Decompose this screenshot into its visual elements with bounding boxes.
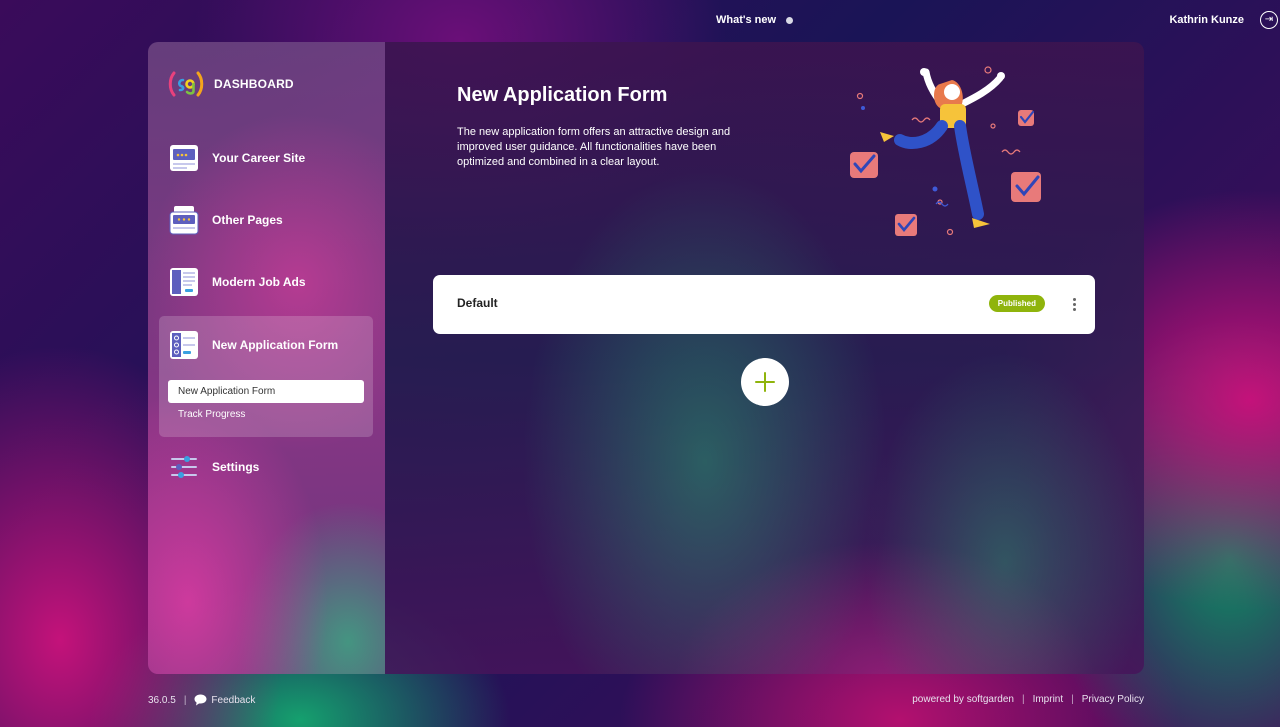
- sidebar-item-label: Settings: [212, 460, 260, 474]
- sidebar-item-job-ads[interactable]: Modern Job Ads: [168, 266, 306, 298]
- sidebar-item-label: Modern Job Ads: [212, 275, 306, 289]
- sidebar-item-label: Your Career Site: [212, 151, 306, 165]
- form-list-item[interactable]: Default Published: [433, 275, 1095, 334]
- whats-new-link[interactable]: What's new: [716, 14, 794, 26]
- other-pages-icon: [169, 206, 199, 235]
- page-title: New Application Form: [457, 84, 668, 106]
- dashboard-panel: DASHBOARD Your Career Site Other Pages M…: [148, 42, 1144, 674]
- subnav-track-progress[interactable]: Track Progress: [178, 409, 245, 420]
- powered-by-link[interactable]: powered by softgarden: [912, 694, 1014, 705]
- settings-sliders-icon: [171, 456, 197, 478]
- imprint-link[interactable]: Imprint: [1033, 694, 1064, 705]
- subnav-new-application-form[interactable]: New Application Form: [168, 380, 364, 403]
- chat-bubble-icon: [194, 694, 207, 706]
- sidebar: DASHBOARD Your Career Site Other Pages M…: [148, 42, 385, 674]
- footer-separator: |: [183, 694, 187, 706]
- add-form-button[interactable]: [741, 358, 789, 406]
- sidebar-item-application-form[interactable]: New Application Form: [168, 329, 338, 361]
- form-name: Default: [457, 296, 498, 310]
- softgarden-logo-icon: [168, 71, 204, 97]
- sidebar-item-other-pages[interactable]: Other Pages: [168, 204, 283, 236]
- plus-icon: [755, 372, 775, 392]
- status-badge: Published: [988, 295, 1045, 312]
- page-description: The new application form offers an attra…: [457, 126, 731, 168]
- sidebar-item-career-site[interactable]: Your Career Site: [168, 142, 305, 174]
- sidebar-item-label: New Application Form: [212, 338, 339, 352]
- sidebar-item-label: Other Pages: [212, 213, 283, 227]
- privacy-policy-link[interactable]: Privacy Policy: [1082, 694, 1144, 705]
- job-ads-icon: [170, 268, 198, 296]
- main-content: New Application Form The new application…: [385, 42, 1144, 674]
- user-name[interactable]: Kathrin Kunze: [1169, 14, 1244, 26]
- logout-icon[interactable]: ⇥: [1260, 11, 1278, 29]
- application-form-icon: [170, 331, 198, 359]
- app-version: 36.0.5: [148, 694, 176, 706]
- notification-dot-icon: [786, 16, 794, 24]
- logo[interactable]: DASHBOARD: [168, 70, 294, 98]
- sidebar-item-settings[interactable]: Settings: [168, 451, 259, 483]
- feedback-label: Feedback: [211, 694, 256, 706]
- footer-separator: |: [1021, 694, 1025, 705]
- sidebar-group-application-form: New Application Form New Application For…: [159, 316, 373, 437]
- career-site-icon: [170, 145, 198, 171]
- feedback-link[interactable]: Feedback: [194, 694, 255, 706]
- more-options-icon[interactable]: [1067, 294, 1081, 314]
- whats-new-label: What's new: [716, 14, 777, 26]
- footer-separator: |: [1071, 694, 1074, 705]
- celebrating-woman-illustration: [850, 66, 1041, 236]
- dashboard-label: DASHBOARD: [214, 77, 294, 91]
- footer-right: powered by softgarden | Imprint | Privac…: [912, 694, 1144, 705]
- footer-left: 36.0.5 | Feedback: [148, 694, 255, 706]
